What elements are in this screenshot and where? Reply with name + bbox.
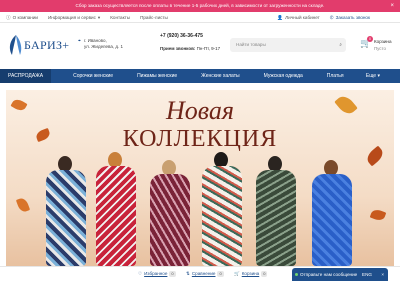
autumn-leaf [15, 196, 31, 214]
chat-text: Отправьте нам сообщение [300, 272, 358, 277]
favorites-link[interactable]: ♡ Избранное 0 [138, 267, 176, 281]
model-photo [94, 152, 138, 266]
banner-title-collection: КОЛЛЕКЦИЯ [122, 126, 278, 152]
info-icon: ⓘ [6, 15, 11, 20]
model-photo [200, 152, 244, 266]
model-photo [310, 160, 354, 266]
chevron-down-icon: ▾ [377, 73, 380, 79]
nav-item-menswear[interactable]: Мужская одежда [258, 69, 309, 83]
location-icon: ⌖ [78, 38, 81, 44]
logo-icon [9, 35, 22, 55]
nav-item-pajamas[interactable]: Пижамы женские [131, 69, 183, 83]
cart-label: Корзина [374, 39, 392, 44]
address: ⌖ г. Иваново, ул. Жиделева, д. 1 [78, 38, 124, 49]
announcement-text: Сбор заказа осуществляется после оплаты … [75, 3, 325, 8]
top-link-prices[interactable]: Прайс-листы [140, 12, 168, 23]
nav-item-nightgowns[interactable]: Сорочки женские [67, 69, 119, 83]
online-indicator-icon [295, 273, 298, 276]
model-photo [44, 156, 88, 266]
logo-text: БАРИЗ+ [24, 38, 70, 52]
phone-number[interactable]: +7 (920) 36-36-475 [160, 33, 203, 39]
chevron-down-icon: ▾ [97, 15, 101, 20]
nav-item-robes[interactable]: Женские халаты [195, 69, 245, 83]
chat-widget[interactable]: Отправьте нам сообщение ENG × [292, 268, 388, 281]
cart-count-badge: 0 [367, 36, 373, 42]
compare-link[interactable]: ⇅ Сравнение 0 [186, 267, 224, 281]
close-icon[interactable]: × [390, 0, 394, 12]
call-hours: Прием звонков: Пн-Пт, 9-17 [160, 46, 221, 51]
autumn-leaf [369, 207, 387, 223]
top-link-contacts[interactable]: Контакты [110, 12, 130, 23]
account-link[interactable]: 👤 Личный кабинет [277, 12, 319, 23]
compare-icon: ⇅ [186, 271, 190, 276]
cart-icon: 🛒 [234, 271, 240, 276]
header-cart[interactable]: 🛒 0 Корзина Пусто [360, 36, 400, 58]
nav-item-dresses[interactable]: Платья [321, 69, 350, 83]
nav-item-sale[interactable]: РАСПРОДАЖА [0, 69, 52, 83]
promo-banner[interactable]: Новая КОЛЛЕКЦИЯ [6, 90, 394, 266]
main-nav: РАСПРОДАЖА Сорочки женские Пижамы женски… [0, 69, 400, 83]
model-photo [148, 160, 192, 266]
search-input[interactable]: Найти товары ⌕ [230, 38, 346, 52]
close-icon[interactable]: × [381, 268, 384, 281]
top-link-about[interactable]: ⓘ О компании [6, 12, 38, 23]
language-toggle[interactable]: ENG [362, 268, 372, 281]
callback-link[interactable]: ✆ Заказать звонок [330, 12, 370, 23]
announcement-bar: Сбор заказа осуществляется после оплаты … [0, 0, 400, 12]
top-link-info[interactable]: Информация и сервис ▾ [48, 12, 100, 23]
cart-sub: Пусто [374, 46, 386, 51]
nav-item-more[interactable]: Еще ▾ [360, 69, 400, 83]
model-photo [254, 156, 298, 266]
cart-link[interactable]: 🛒 Корзина 0 [234, 267, 268, 281]
heart-icon: ♡ [138, 271, 143, 276]
phone-icon: ✆ [329, 15, 334, 20]
site-logo[interactable]: БАРИЗ+ [6, 32, 70, 60]
search-icon[interactable]: ⌕ [339, 38, 342, 52]
banner-title-new: Новая [166, 96, 234, 125]
top-links: ⓘ О компании Информация и сервис ▾ Контакт… [0, 12, 400, 23]
user-icon: 👤 [277, 15, 284, 20]
